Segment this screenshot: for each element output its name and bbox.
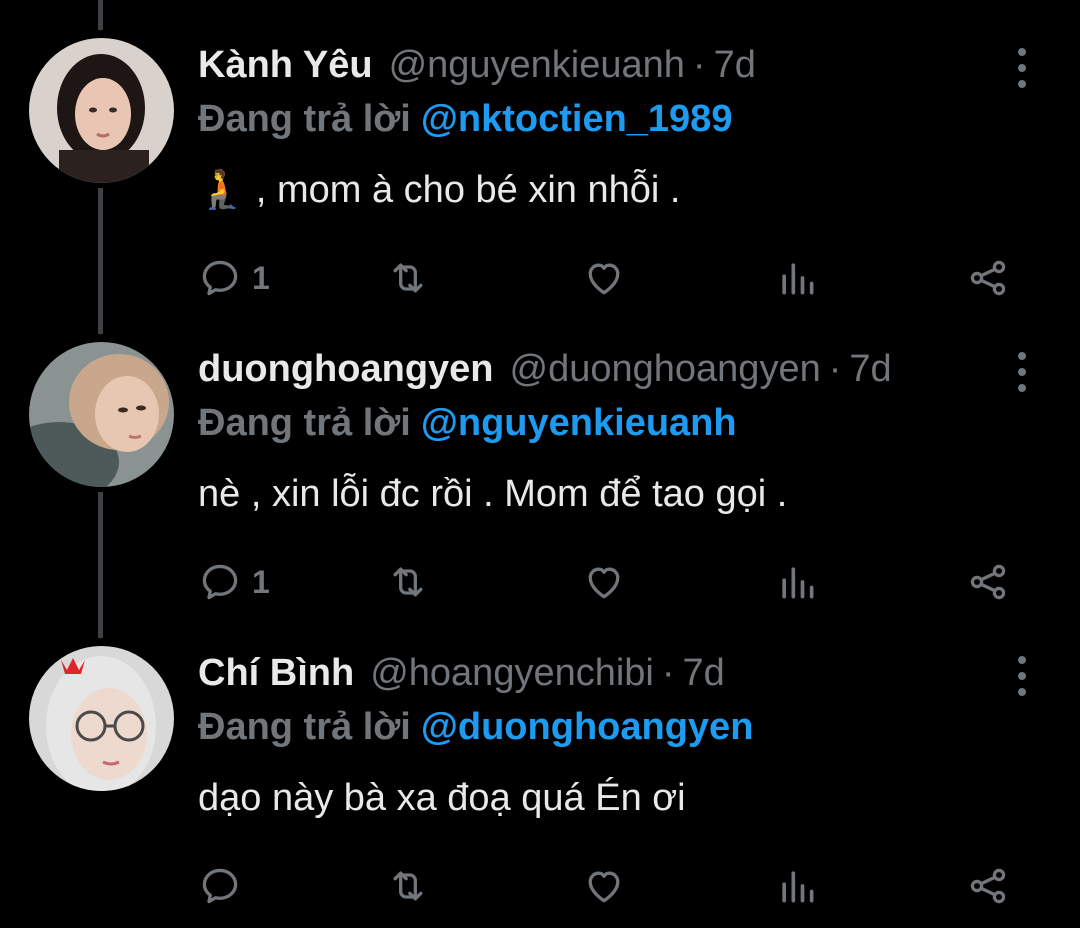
reply-count: 1: [252, 563, 270, 600]
retweet-button[interactable]: [386, 248, 430, 308]
avatar[interactable]: [29, 38, 174, 183]
action-bar: [0, 856, 1080, 916]
separator-dot: ·: [661, 652, 675, 694]
user-handle[interactable]: @nguyenkieuanh: [389, 42, 685, 88]
share-button[interactable]: [966, 248, 1010, 308]
retweet-button[interactable]: [386, 552, 430, 612]
reply-button[interactable]: 1: [198, 552, 270, 612]
retweet-icon: [393, 567, 423, 597]
share-button[interactable]: [966, 856, 1010, 916]
analytics-icon: [782, 567, 814, 599]
reply-count: 1: [252, 259, 270, 296]
user-handle[interactable]: @duonghoangyen: [510, 346, 821, 392]
like-button[interactable]: [582, 856, 626, 916]
retweet-icon: [393, 263, 423, 293]
timestamp[interactable]: 7d: [849, 346, 891, 392]
analytics-icon: [782, 263, 814, 295]
more-icon[interactable]: [1012, 48, 1032, 88]
like-button[interactable]: [582, 248, 626, 308]
replying-to-label: Đang trả lời: [198, 706, 411, 748]
mention-link[interactable]: @duonghoangyen: [421, 706, 754, 748]
like-icon: [588, 263, 620, 295]
tweet-text: 🧎 , mom à cho bé xin nhỗi .: [198, 169, 681, 211]
reply-button[interactable]: 1: [198, 248, 270, 308]
like-icon: [588, 871, 620, 903]
reply-button[interactable]: [198, 856, 252, 916]
separator-dot: ·: [828, 348, 842, 390]
like-button[interactable]: [582, 552, 626, 612]
analytics-button[interactable]: [775, 856, 819, 916]
user-handle[interactable]: @hoangyenchibi: [370, 650, 654, 696]
retweet-icon: [393, 871, 423, 901]
display-name[interactable]: Chí Bình: [198, 650, 354, 696]
avatar[interactable]: [29, 646, 174, 791]
share-icon: [970, 868, 1006, 904]
timestamp[interactable]: 7d: [683, 650, 725, 696]
mention-link[interactable]: @nktoctien_1989: [421, 98, 733, 140]
replying-to-label: Đang trả lời: [198, 402, 411, 444]
analytics-button[interactable]: [775, 248, 819, 308]
avatar[interactable]: [29, 342, 174, 487]
action-bar: 1: [0, 552, 1080, 612]
share-icon: [970, 564, 1006, 600]
more-icon[interactable]: [1012, 656, 1032, 696]
reply-icon: [202, 260, 238, 296]
display-name[interactable]: duonghoangyen: [198, 346, 494, 392]
replying-to-label: Đang trả lời: [198, 98, 411, 140]
display-name[interactable]: Kành Yêu: [198, 42, 373, 88]
replying-to: Đang trả lời @nktoctien_1989: [198, 96, 732, 142]
tweet-text: nè , xin lỗi đc rồi . Mom để tao gọi .: [198, 473, 788, 515]
replying-to: Đang trả lời @nguyenkieuanh: [198, 400, 737, 446]
timestamp[interactable]: 7d: [714, 42, 756, 88]
share-button[interactable]: [966, 552, 1010, 612]
more-icon[interactable]: [1012, 352, 1032, 392]
reply-icon: [202, 564, 238, 600]
mention-link[interactable]: @nguyenkieuanh: [421, 402, 737, 444]
tweet-text: dạo này bà xa đoạ quá Én ơi: [198, 777, 686, 819]
share-icon: [970, 260, 1006, 296]
analytics-icon: [782, 871, 814, 903]
analytics-button[interactable]: [775, 552, 819, 612]
replying-to: Đang trả lời @duonghoangyen: [198, 704, 753, 750]
retweet-button[interactable]: [386, 856, 430, 916]
like-icon: [588, 567, 620, 599]
action-bar: 1: [0, 248, 1080, 308]
reply-icon: [202, 868, 238, 904]
separator-dot: ·: [692, 44, 706, 86]
thread-line-top: [98, 0, 103, 30]
